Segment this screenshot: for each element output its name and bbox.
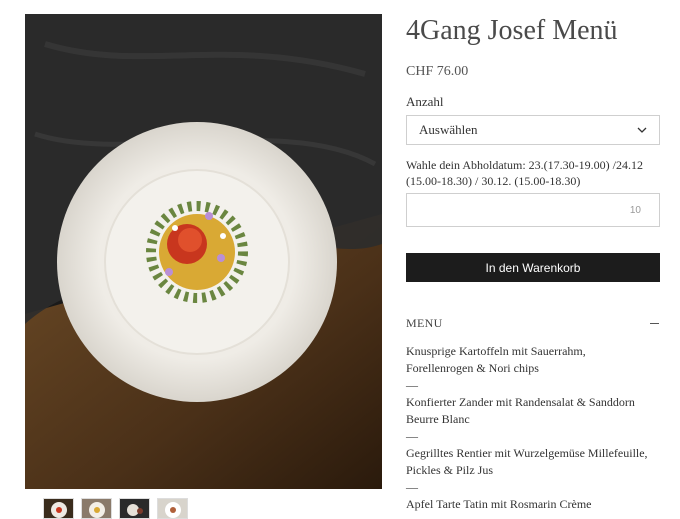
menu-section-toggle[interactable]: MENU <box>406 316 660 331</box>
pickup-date-input[interactable]: 10 <box>406 193 660 227</box>
menu-divider: — <box>406 378 418 392</box>
product-title: 4Gang Josef Menü <box>406 15 618 46</box>
menu-line: Forellenrogen & Nori chips <box>406 361 539 375</box>
menu-line: Apfel Tarte Tatin mit Rosmarin Crème <box>406 497 592 511</box>
menu-divider: — <box>406 480 418 494</box>
thumbnail-1[interactable] <box>43 498 74 519</box>
product-main-image[interactable] <box>25 14 382 489</box>
menu-line: Pickles & Pilz Jus <box>406 463 494 477</box>
char-counter: 10 <box>629 205 641 216</box>
thumbnail-3[interactable] <box>119 498 150 519</box>
minus-icon <box>650 323 659 324</box>
quantity-label: Anzahl <box>406 94 444 109</box>
add-to-cart-button[interactable]: In den Warenkorb <box>406 253 660 282</box>
thumbnail-2[interactable] <box>81 498 112 519</box>
thumbnail-strip <box>43 498 188 519</box>
product-price: CHF 76.00 <box>406 64 469 79</box>
menu-line: Konfierter Zander mit Randensalat & Sand… <box>406 395 635 409</box>
menu-divider: — <box>406 429 418 443</box>
menu-line: Gegrilltes Rentier mit Wurzelgemüse Mill… <box>406 446 648 460</box>
menu-line: Beurre Blanc <box>406 412 470 426</box>
menu-description: Knusprige Kartoffeln mit Sauerrahm, Fore… <box>406 343 666 513</box>
pickup-date-label: Wahle dein Abholdatum: 23.(17.30-19.00) … <box>406 158 643 188</box>
quantity-select[interactable]: Auswählen <box>406 115 660 145</box>
menu-section-title: MENU <box>406 316 443 330</box>
menu-line: Knusprige Kartoffeln mit Sauerrahm, <box>406 344 586 358</box>
thumbnail-4[interactable] <box>157 498 188 519</box>
quantity-select-value: Auswählen <box>419 122 478 137</box>
chevron-down-icon <box>637 127 647 133</box>
